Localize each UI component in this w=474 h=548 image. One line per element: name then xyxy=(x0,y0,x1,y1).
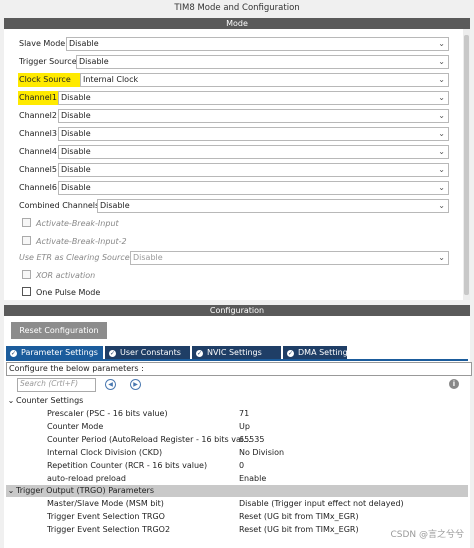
param-row[interactable]: auto-reload preload Enable xyxy=(6,472,468,485)
chevron-down-icon: ⌄ xyxy=(438,201,445,210)
combined-channels-row: Combined Channels Disable ⌄ xyxy=(19,199,449,213)
chevron-down-icon: ⌄ xyxy=(438,165,445,174)
param-row[interactable]: Prescaler (PSC - 16 bits value) 71 xyxy=(6,407,468,420)
chevron-down-icon: ⌄ xyxy=(438,129,445,138)
channel1-label: Channel1 xyxy=(18,91,58,105)
tab-underline xyxy=(6,359,468,361)
chevron-down-icon: ⌄ xyxy=(438,147,445,156)
collapse-caret-icon: ⌄ xyxy=(7,486,15,495)
window-title: TIM8 Mode and Configuration xyxy=(0,0,474,18)
channel6-row: Channel6 Disable ⌄ xyxy=(19,181,449,195)
param-row[interactable]: Repetition Counter (RCR - 16 bits value)… xyxy=(6,459,468,472)
reset-configuration-button[interactable]: Reset Configuration xyxy=(11,322,107,339)
chevron-down-icon: ⌄ xyxy=(438,183,445,192)
trigger-source-row: Trigger Source Disable ⌄ xyxy=(19,55,449,69)
channel2-row: Channel2 Disable ⌄ xyxy=(19,109,449,123)
configuration-panel: Reset Configuration ✓ Parameter Settings … xyxy=(4,316,472,548)
param-row[interactable]: Master/Slave Mode (MSM bit) Disable (Trig… xyxy=(6,497,468,510)
checkbox-icon xyxy=(22,270,31,279)
trigger-source-label: Trigger Source xyxy=(19,57,77,66)
channel4-row: Channel4 Disable ⌄ xyxy=(19,145,449,159)
channel6-label: Channel6 xyxy=(19,183,57,192)
clock-source-select[interactable]: Internal Clock ⌄ xyxy=(80,73,449,87)
configure-hint: Configure the below parameters : xyxy=(6,362,472,376)
channel1-select[interactable]: Disable ⌄ xyxy=(58,91,449,105)
tab-nvic-settings[interactable]: ✓ NVIC Settings xyxy=(192,346,281,359)
collapse-caret-icon: ⌄ xyxy=(7,396,15,405)
tab-dma-settings[interactable]: ✓ DMA Settings xyxy=(283,346,352,359)
slave-mode-row: Slave Mode Disable ⌄ xyxy=(19,37,449,51)
channel2-label: Channel2 xyxy=(19,111,57,120)
slave-mode-label: Slave Mode xyxy=(19,39,66,48)
previous-match-icon[interactable]: ◀ xyxy=(105,379,116,390)
channel5-label: Channel5 xyxy=(19,165,57,174)
activate-break-input-2-checkbox[interactable]: Activate-Break-Input-2 xyxy=(22,236,127,248)
channel5-select[interactable]: Disable ⌄ xyxy=(58,163,449,177)
checkbox-icon xyxy=(22,287,31,296)
channel3-row: Channel3 Disable ⌄ xyxy=(19,127,449,141)
channel1-row: Channel1 Disable ⌄ xyxy=(18,91,449,105)
mode-panel: Slave Mode Disable ⌄ Trigger Source Disab… xyxy=(4,29,470,300)
chevron-down-icon: ⌄ xyxy=(438,111,445,120)
check-circle-icon: ✓ xyxy=(196,350,203,357)
trgo-parameters-group[interactable]: ⌄ Trigger Output (TRGO) Parameters xyxy=(6,485,468,497)
channel6-select[interactable]: Disable ⌄ xyxy=(58,181,449,195)
tab-parameter-settings[interactable]: ✓ Parameter Settings xyxy=(6,346,103,359)
channel3-label: Channel3 xyxy=(19,129,57,138)
watermark: CSDN @言之兮兮 xyxy=(390,530,464,540)
slave-mode-select[interactable]: Disable ⌄ xyxy=(66,37,449,51)
check-circle-icon: ✓ xyxy=(10,350,17,357)
param-row[interactable]: Trigger Event Selection TRGO Reset (UG bi… xyxy=(6,510,468,523)
chevron-down-icon: ⌄ xyxy=(438,75,445,84)
chevron-down-icon: ⌄ xyxy=(438,93,445,102)
checkbox-icon xyxy=(22,236,31,245)
clock-source-row: Clock Source Internal Clock ⌄ xyxy=(18,73,449,87)
combined-channels-label: Combined Channels xyxy=(19,201,100,210)
channel4-select[interactable]: Disable ⌄ xyxy=(58,145,449,159)
combined-channels-select[interactable]: Disable ⌄ xyxy=(97,199,449,213)
mode-header: Mode xyxy=(4,18,470,29)
etr-row: Use ETR as Clearing Source Disable ⌄ xyxy=(19,251,449,265)
tab-user-constants[interactable]: ✓ User Constants xyxy=(105,346,190,359)
search-input[interactable]: Search (Crtl+F) xyxy=(17,378,96,392)
chevron-down-icon: ⌄ xyxy=(438,39,445,48)
param-row[interactable]: Counter Period (AutoReload Register - 16… xyxy=(6,433,468,446)
info-icon[interactable]: i xyxy=(449,379,459,389)
etr-label: Use ETR as Clearing Source xyxy=(19,253,130,262)
scrollbar-thumb[interactable] xyxy=(464,35,469,295)
param-row[interactable]: Internal Clock Division (CKD) No Division xyxy=(6,446,468,459)
channel4-label: Channel4 xyxy=(19,147,57,156)
trigger-source-select[interactable]: Disable ⌄ xyxy=(76,55,449,69)
activate-break-input-checkbox[interactable]: Activate-Break-Input xyxy=(22,218,119,230)
param-row[interactable]: Counter Mode Up xyxy=(6,420,468,433)
configuration-header: Configuration xyxy=(4,305,470,316)
xor-activation-checkbox[interactable]: XOR activation xyxy=(22,270,95,282)
next-match-icon[interactable]: ▶ xyxy=(130,379,141,390)
chevron-down-icon: ⌄ xyxy=(438,57,445,66)
checkbox-icon xyxy=(22,218,31,227)
mode-scrollbar[interactable] xyxy=(463,29,470,300)
channel2-select[interactable]: Disable ⌄ xyxy=(58,109,449,123)
chevron-down-icon: ⌄ xyxy=(438,253,445,262)
one-pulse-mode-checkbox[interactable]: One Pulse Mode xyxy=(22,287,100,299)
check-circle-icon: ✓ xyxy=(287,350,294,357)
channel3-select[interactable]: Disable ⌄ xyxy=(58,127,449,141)
counter-settings-group[interactable]: ⌄ Counter Settings xyxy=(6,395,468,407)
check-circle-icon: ✓ xyxy=(109,350,116,357)
etr-select[interactable]: Disable ⌄ xyxy=(130,251,449,265)
channel5-row: Channel5 Disable ⌄ xyxy=(19,163,449,177)
clock-source-label: Clock Source xyxy=(18,73,80,87)
